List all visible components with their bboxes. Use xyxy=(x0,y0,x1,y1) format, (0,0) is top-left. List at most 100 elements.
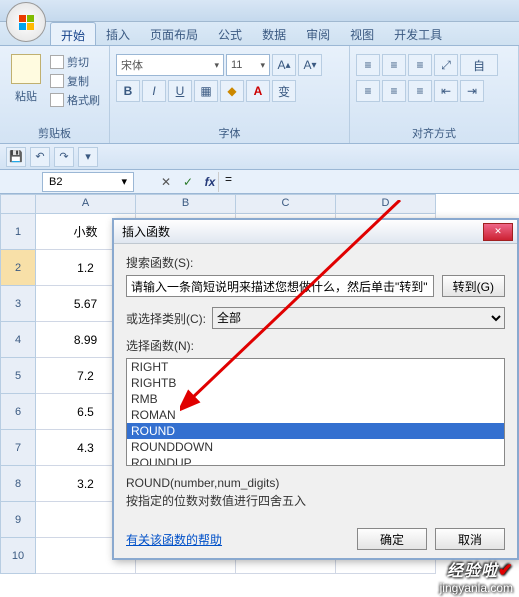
align-right-button[interactable]: ≡ xyxy=(408,80,432,102)
align-left-button[interactable]: ≡ xyxy=(356,80,380,102)
accept-formula-button[interactable]: ✓ xyxy=(180,175,196,189)
list-item[interactable]: ROMAN xyxy=(127,407,504,423)
cut-icon xyxy=(50,55,64,69)
align-mid-button[interactable]: ≡ xyxy=(382,54,406,76)
orientation-button[interactable]: ⤢ xyxy=(434,54,458,76)
formula-bar: B2 ▾ ✕ ✓ fx = xyxy=(0,170,519,194)
chevron-down-icon: ▾ xyxy=(260,60,265,71)
chevron-down-icon: ▾ xyxy=(214,60,219,71)
row-header[interactable]: 6 xyxy=(0,394,36,430)
office-button[interactable] xyxy=(6,2,46,42)
category-select[interactable]: 全部 xyxy=(212,307,505,329)
fillcolor-button[interactable]: ◆ xyxy=(220,80,244,102)
row-header[interactable]: 10 xyxy=(0,538,36,574)
tab-data[interactable]: 数据 xyxy=(252,22,296,45)
formula-input[interactable]: = xyxy=(218,172,519,192)
redo-button[interactable]: ↷ xyxy=(54,147,74,167)
font-name-select[interactable]: 宋体 ▾ xyxy=(116,54,224,76)
row-header[interactable]: 5 xyxy=(0,358,36,394)
col-header-a[interactable]: A xyxy=(36,194,136,214)
name-box-value: B2 xyxy=(49,176,62,188)
tab-dev[interactable]: 开发工具 xyxy=(384,22,452,45)
tab-view[interactable]: 视图 xyxy=(340,22,384,45)
close-button[interactable]: ✕ xyxy=(483,223,513,241)
border-button[interactable]: ▦ xyxy=(194,80,218,102)
col-header-c[interactable]: C xyxy=(236,194,336,214)
col-header-b[interactable]: B xyxy=(136,194,236,214)
chevron-down-icon: ▾ xyxy=(121,175,127,188)
ribbon-tabs: 开始 插入 页面布局 公式 数据 审阅 视图 开发工具 xyxy=(0,22,519,46)
row-header[interactable]: 2 xyxy=(0,250,36,286)
fmt-label: 格式刷 xyxy=(67,92,100,108)
dialog-title: 插入函数 xyxy=(122,223,170,240)
category-label: 或选择类别(C): xyxy=(126,310,206,327)
brush-icon xyxy=(50,93,64,107)
group-clipboard-label: 剪贴板 xyxy=(6,123,103,143)
wrap-button[interactable]: 自 xyxy=(460,54,498,76)
check-icon: ✔ xyxy=(498,560,513,580)
list-item[interactable]: ROUNDUP xyxy=(127,455,504,466)
align-top-button[interactable]: ≡ xyxy=(356,54,380,76)
window-titlebar xyxy=(0,0,519,22)
paste-icon xyxy=(11,54,41,84)
paste-button[interactable]: 粘贴 xyxy=(6,50,46,123)
search-input[interactable] xyxy=(126,275,434,297)
select-function-label: 选择函数(N): xyxy=(126,339,194,353)
go-button[interactable]: 转到(G) xyxy=(442,275,505,297)
align-bot-button[interactable]: ≡ xyxy=(408,54,432,76)
fontcolor-button[interactable]: A xyxy=(246,80,270,102)
select-all-corner[interactable] xyxy=(0,194,36,214)
ribbon: 粘贴 剪切 复制 格式刷 剪贴板 宋体▾ 11▾ A▴ A▾ B I xyxy=(0,46,519,144)
bold-button[interactable]: B xyxy=(116,80,140,102)
tab-review[interactable]: 审阅 xyxy=(296,22,340,45)
search-label: 搜索函数(S): xyxy=(126,256,193,270)
function-listbox[interactable]: RIGHT RIGHTB RMB ROMAN ROUND ROUNDDOWN R… xyxy=(126,358,505,466)
row-header[interactable]: 9 xyxy=(0,502,36,538)
list-item-selected[interactable]: ROUND xyxy=(127,423,504,439)
list-item[interactable]: RIGHT xyxy=(127,359,504,375)
tab-home[interactable]: 开始 xyxy=(50,22,96,45)
fx-button[interactable]: fx xyxy=(202,175,218,189)
group-font-label: 字体 xyxy=(116,123,343,143)
tab-insert[interactable]: 插入 xyxy=(96,22,140,45)
ok-button[interactable]: 确定 xyxy=(357,528,427,550)
formatpainter-button[interactable]: 格式刷 xyxy=(50,92,100,108)
col-header-d[interactable]: D xyxy=(336,194,436,214)
cancel-formula-button[interactable]: ✕ xyxy=(158,175,174,189)
grow-font-button[interactable]: A▴ xyxy=(272,54,296,76)
indent-inc-button[interactable]: ⇥ xyxy=(460,80,484,102)
close-icon: ✕ xyxy=(494,226,502,237)
align-center-button[interactable]: ≡ xyxy=(382,80,406,102)
indent-dec-button[interactable]: ⇤ xyxy=(434,80,458,102)
row-header[interactable]: 3 xyxy=(0,286,36,322)
function-description: 按指定的位数对数值进行四舍五入 xyxy=(126,492,505,510)
italic-button[interactable]: I xyxy=(142,80,166,102)
row-header[interactable]: 1 xyxy=(0,214,36,250)
underline-button[interactable]: U xyxy=(168,80,192,102)
row-header[interactable]: 7 xyxy=(0,430,36,466)
tab-layout[interactable]: 页面布局 xyxy=(140,22,208,45)
quick-access-toolbar: 💾 ↶ ↷ ▾ xyxy=(0,144,519,170)
cut-button[interactable]: 剪切 xyxy=(50,54,100,70)
list-item[interactable]: RIGHTB xyxy=(127,375,504,391)
list-item[interactable]: RMB xyxy=(127,391,504,407)
row-header[interactable]: 8 xyxy=(0,466,36,502)
font-size-select[interactable]: 11▾ xyxy=(226,54,270,76)
dialog-titlebar[interactable]: 插入函数 ✕ xyxy=(114,220,517,244)
group-align-label: 对齐方式 xyxy=(356,123,512,143)
cancel-button[interactable]: 取消 xyxy=(435,528,505,550)
font-name-value: 宋体 xyxy=(121,57,143,73)
row-header[interactable]: 4 xyxy=(0,322,36,358)
undo-button[interactable]: ↶ xyxy=(30,147,50,167)
qat-more-button[interactable]: ▾ xyxy=(78,147,98,167)
phonetic-button[interactable]: 变 xyxy=(272,80,296,102)
help-link[interactable]: 有关该函数的帮助 xyxy=(126,531,222,548)
copy-button[interactable]: 复制 xyxy=(50,73,100,89)
tab-formula[interactable]: 公式 xyxy=(208,22,252,45)
list-item[interactable]: ROUNDDOWN xyxy=(127,439,504,455)
shrink-font-button[interactable]: A▾ xyxy=(298,54,322,76)
insert-function-dialog: 插入函数 ✕ 搜索函数(S): 转到(G) 或选择类别(C): 全部 选择函数(… xyxy=(112,218,519,560)
name-box[interactable]: B2 ▾ xyxy=(42,172,134,192)
save-button[interactable]: 💾 xyxy=(6,147,26,167)
watermark-brand: 经验啦 xyxy=(447,563,498,580)
